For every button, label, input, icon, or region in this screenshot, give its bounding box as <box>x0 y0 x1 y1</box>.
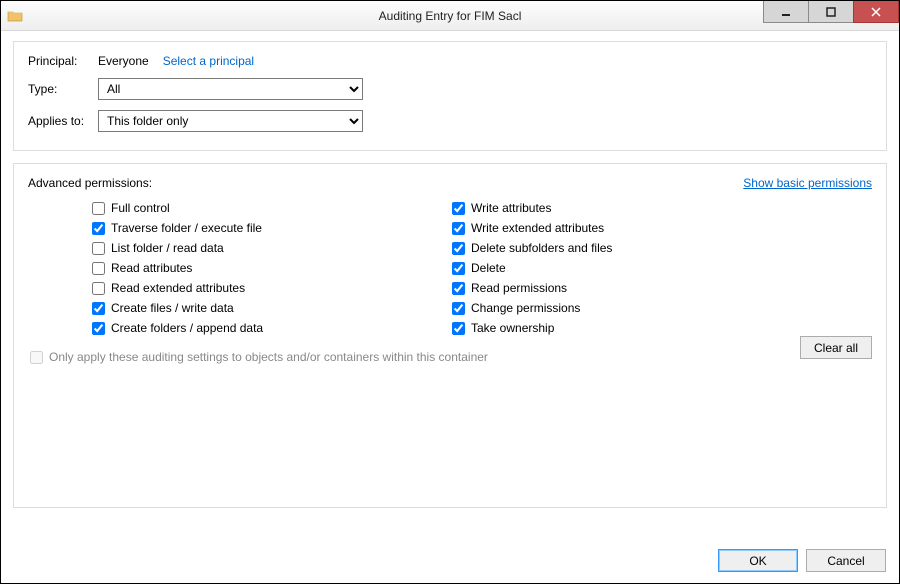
close-button[interactable] <box>853 1 899 23</box>
perm-change-permissions[interactable] <box>452 302 465 315</box>
cancel-button[interactable]: Cancel <box>806 549 886 572</box>
perm-label: Create folders / append data <box>111 321 263 335</box>
principal-panel: Principal: Everyone Select a principal T… <box>13 41 887 151</box>
perm-label: Read attributes <box>111 261 192 275</box>
type-label: Type: <box>28 82 98 96</box>
perm-traverse-folder[interactable] <box>92 222 105 235</box>
perm-label: Take ownership <box>471 321 554 335</box>
perm-delete[interactable] <box>452 262 465 275</box>
perm-label: List folder / read data <box>111 241 224 255</box>
perm-full-control[interactable] <box>92 202 105 215</box>
perm-label: Write attributes <box>471 201 551 215</box>
only-apply-checkbox <box>30 351 43 364</box>
permissions-col-right: Write attributes Write extended attribut… <box>452 198 812 338</box>
perm-list-folder[interactable] <box>92 242 105 255</box>
dialog-footer: OK Cancel <box>718 549 886 572</box>
perm-read-permissions[interactable] <box>452 282 465 295</box>
perm-create-files[interactable] <box>92 302 105 315</box>
perm-write-attributes[interactable] <box>452 202 465 215</box>
perm-create-folders[interactable] <box>92 322 105 335</box>
clear-all-button[interactable]: Clear all <box>800 336 872 359</box>
principal-label: Principal: <box>28 54 98 68</box>
window-controls <box>764 1 899 23</box>
perm-label: Traverse folder / execute file <box>111 221 262 235</box>
minimize-button[interactable] <box>763 1 809 23</box>
only-apply-label: Only apply these auditing settings to ob… <box>49 350 488 364</box>
perm-read-ext-attributes[interactable] <box>92 282 105 295</box>
perm-label: Full control <box>111 201 170 215</box>
advanced-permissions-heading: Advanced permissions: <box>28 176 152 190</box>
applies-to-label: Applies to: <box>28 114 98 128</box>
perm-take-ownership[interactable] <box>452 322 465 335</box>
principal-value: Everyone <box>98 54 149 68</box>
permissions-panel: Advanced permissions: Show basic permiss… <box>13 163 887 508</box>
perm-delete-subfolders[interactable] <box>452 242 465 255</box>
permissions-col-left: Full control Traverse folder / execute f… <box>92 198 452 338</box>
type-select[interactable]: All <box>98 78 363 100</box>
folder-icon <box>7 8 23 24</box>
perm-label: Delete subfolders and files <box>471 241 612 255</box>
perm-label: Create files / write data <box>111 301 234 315</box>
select-principal-link[interactable]: Select a principal <box>163 54 254 68</box>
show-basic-permissions-link[interactable]: Show basic permissions <box>743 176 872 190</box>
maximize-button[interactable] <box>808 1 854 23</box>
ok-button[interactable]: OK <box>718 549 798 572</box>
perm-label: Change permissions <box>471 301 580 315</box>
applies-to-select[interactable]: This folder only <box>98 110 363 132</box>
perm-label: Delete <box>471 261 506 275</box>
perm-label: Read permissions <box>471 281 567 295</box>
titlebar: Auditing Entry for FIM Sacl <box>1 1 899 31</box>
perm-write-ext-attributes[interactable] <box>452 222 465 235</box>
perm-read-attributes[interactable] <box>92 262 105 275</box>
perm-label: Write extended attributes <box>471 221 604 235</box>
perm-label: Read extended attributes <box>111 281 245 295</box>
